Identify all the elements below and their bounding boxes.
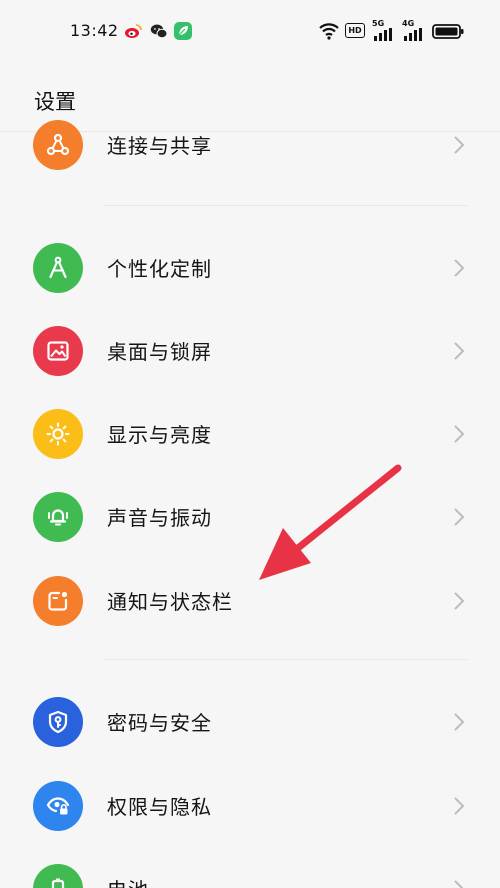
group-divider [105, 205, 467, 206]
settings-item-label: 显示与亮度 [107, 423, 212, 447]
chevron-right-icon [454, 713, 465, 731]
bell-icon [48, 509, 68, 526]
settings-item-label: 连接与共享 [107, 134, 212, 158]
chevron-right-icon [454, 425, 465, 443]
settings-item-password-security[interactable]: 密码与安全 [0, 680, 500, 763]
settings-item-desktop-lockscreen[interactable]: 桌面与锁屏 [0, 309, 500, 392]
settings-item-display-brightness[interactable]: 显示与亮度 [0, 392, 500, 475]
sun-icon [46, 422, 70, 446]
chevron-right-icon [454, 880, 464, 888]
settings-item-label: 权限与隐私 [107, 795, 212, 819]
icon-badge [33, 409, 83, 459]
settings-list: 连接与共享 个性化定制 桌面与锁屏 显示与亮度 声音与振动 通知与状态栏 密码与… [0, 0, 500, 888]
compass-icon [49, 256, 67, 279]
chevron-right-icon [454, 592, 465, 610]
shield-key-icon [48, 710, 68, 734]
settings-item-connection-sharing[interactable]: 连接与共享 [0, 103, 500, 186]
chevron-right-icon [454, 342, 465, 360]
icon-badge [33, 864, 83, 888]
eye-lock-icon [46, 797, 70, 815]
icon-badge [33, 326, 83, 376]
settings-item-permissions-privacy[interactable]: 权限与隐私 [0, 764, 500, 847]
icon-badge [33, 120, 83, 170]
settings-item-label: 电池 [107, 874, 149, 888]
chevron-right-icon [454, 797, 465, 815]
settings-item-notifications-statusbar[interactable]: 通知与状态栏 [0, 559, 500, 642]
share-icon [46, 133, 70, 156]
icon-badge [33, 243, 83, 293]
settings-item-label: 个性化定制 [107, 257, 212, 281]
chevron-right-icon [454, 259, 465, 277]
group-divider [105, 659, 467, 660]
notification-icon [48, 591, 68, 611]
icon-badge [33, 492, 83, 542]
settings-item-personalization[interactable]: 个性化定制 [0, 226, 500, 309]
icon-badge [33, 781, 83, 831]
chevron-right-icon [454, 508, 465, 526]
settings-item-sound-vibration[interactable]: 声音与振动 [0, 475, 500, 558]
icon-badge [33, 697, 83, 747]
battery-setting-icon [51, 878, 65, 888]
settings-item-label: 桌面与锁屏 [107, 340, 212, 364]
settings-item-label: 密码与安全 [107, 711, 212, 735]
settings-item-label: 通知与状态栏 [107, 590, 233, 614]
chevron-right-icon [454, 136, 465, 154]
icon-badge [33, 576, 83, 626]
settings-item-label: 声音与振动 [107, 506, 212, 530]
settings-item-battery[interactable]: 电池 [0, 847, 500, 888]
picture-icon [47, 341, 69, 361]
